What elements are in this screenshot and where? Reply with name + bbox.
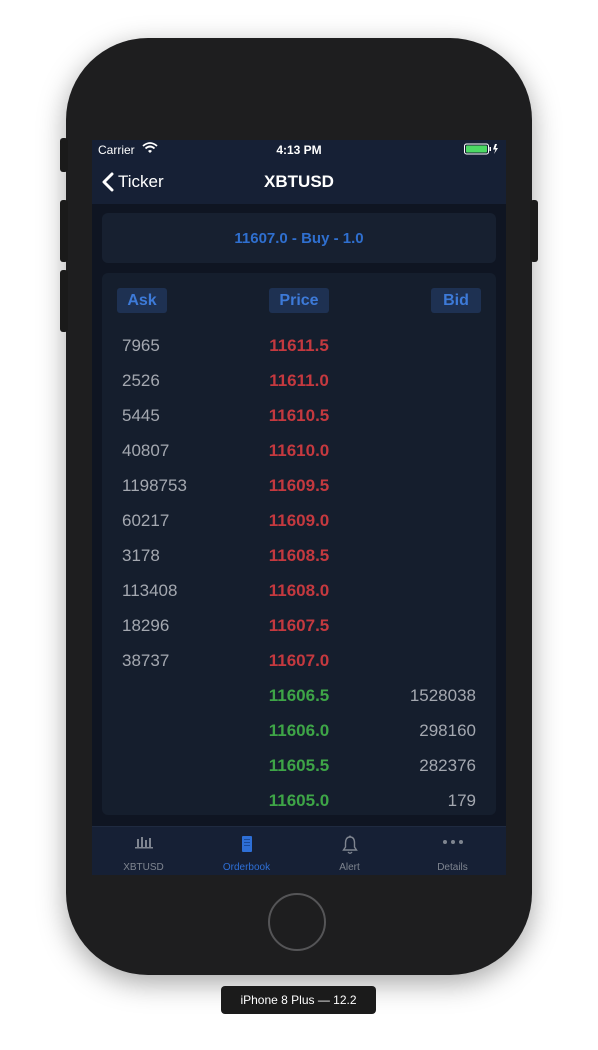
orderbook-row[interactable]: 7965 11611.5 — [102, 328, 496, 363]
price-level: 11609.0 — [268, 511, 330, 530]
price-level: 11607.5 — [268, 616, 330, 635]
bid-size: 282376 — [419, 756, 476, 775]
orderbook-row[interactable]: 11605.5 282376 — [102, 748, 496, 783]
price-level: 11611.5 — [269, 336, 329, 355]
tab-orderbook[interactable]: Orderbook — [195, 827, 298, 875]
tab-bar: XBTUSD Orderbook Alert Details — [92, 826, 506, 875]
home-button[interactable] — [268, 893, 326, 951]
battery-icon — [464, 143, 500, 158]
tab-label: Alert — [339, 862, 360, 873]
tab-alert[interactable]: Alert — [298, 827, 401, 875]
bid-size: 179 — [447, 791, 476, 810]
tab-xbtusd[interactable]: XBTUSD — [92, 827, 195, 875]
orderbook-row[interactable]: 3178 11608.5 — [102, 538, 496, 573]
orderbook-row[interactable]: 113408 11608.0 — [102, 573, 496, 608]
orderbook-row[interactable]: 18296 11607.5 — [102, 608, 496, 643]
power-button — [530, 200, 538, 262]
price-level: 11607.0 — [268, 651, 330, 670]
status-bar: Carrier 4:13 PM — [92, 140, 506, 160]
price-level: 11611.0 — [269, 371, 329, 390]
page-title: XBTUSD — [264, 172, 334, 191]
last-trade-card: 11607.0 - Buy - 1.0 — [102, 213, 496, 263]
price-level: 11608.5 — [268, 546, 330, 565]
orderbook-card: Ask Price Bid 7965 11611.5 2526 11611.0 5445… — [102, 273, 496, 815]
mute-switch — [60, 138, 68, 172]
price-level: 11610.0 — [268, 441, 330, 460]
bell-icon — [298, 835, 401, 855]
orderbook-row[interactable]: 40807 11610.0 — [102, 433, 496, 468]
bar-chart-icon — [92, 835, 195, 855]
price-level: 11605.0 — [268, 791, 330, 810]
navigation-bar: Ticker XBTUSD — [92, 160, 506, 204]
orderbook-row[interactable]: 11605.0 179 — [102, 783, 496, 818]
bid-size: 1528038 — [409, 686, 476, 705]
tab-details[interactable]: Details — [401, 827, 504, 875]
status-time: 4:13 PM — [276, 143, 322, 157]
price-level: 11610.5 — [268, 406, 330, 425]
device-label: iPhone 8 Plus — 12.2 — [221, 986, 376, 1014]
orderbook-row[interactable]: 11606.0 298160 — [102, 713, 496, 748]
tab-label: Orderbook — [222, 862, 271, 873]
orderbook-row[interactable]: 60217 11609.0 — [102, 503, 496, 538]
bid-size: 298160 — [419, 721, 476, 740]
price-level: 11609.5 — [268, 476, 330, 495]
last-trade-text: 11607.0 - Buy - 1.0 — [234, 230, 364, 247]
orderbook-row[interactable]: 2526 11611.0 — [102, 363, 496, 398]
tab-label: Details — [437, 862, 468, 873]
volume-up-button — [60, 200, 68, 262]
bid-column-header[interactable]: Bid — [431, 288, 481, 313]
book-icon — [195, 835, 298, 855]
screen: Carrier 4:13 PM Ticker XBTUSD 11607.0 - … — [92, 140, 506, 875]
tab-label: XBTUSD — [123, 862, 164, 873]
price-column-header[interactable]: Price — [269, 288, 329, 313]
more-icon — [401, 835, 504, 855]
orderbook-row[interactable]: 11606.5 1528038 — [102, 678, 496, 713]
orderbook-row[interactable]: 5445 11610.5 — [102, 398, 496, 433]
price-level: 11608.0 — [268, 581, 330, 600]
orderbook-row[interactable]: 38737 11607.0 — [102, 643, 496, 678]
volume-down-button — [60, 270, 68, 332]
orderbook-row[interactable]: 1198753 11609.5 — [102, 468, 496, 503]
ask-column-header[interactable]: Ask — [117, 288, 167, 313]
